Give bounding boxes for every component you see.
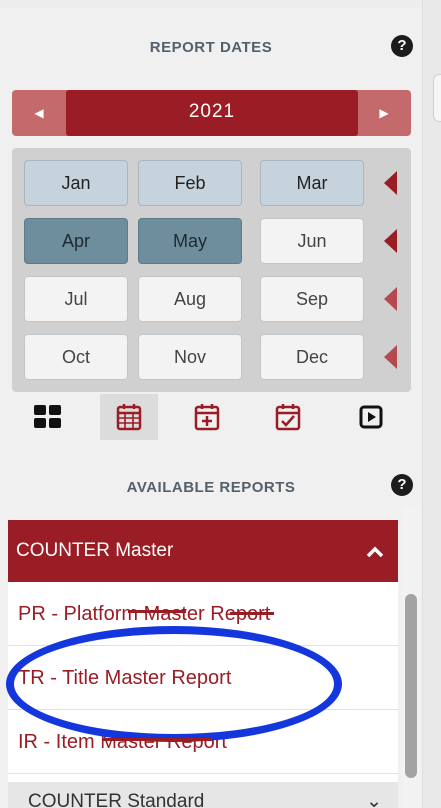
group-title: COUNTER Master <box>16 540 174 561</box>
adjacent-panel-control <box>433 74 441 122</box>
group-title: COUNTER Standard <box>28 791 205 808</box>
counter-standard-group-header[interactable]: COUNTER Standard ⌄ <box>8 782 398 808</box>
calendar-icon <box>116 404 142 431</box>
month-grid: Jan Feb Mar Apr May Jun Jul Aug Sep Oct Nov Dec <box>12 148 411 392</box>
year-selector: ◀ 2021 ▶ <box>12 90 411 136</box>
month-may-button[interactable]: May <box>138 218 242 264</box>
available-reports-header: AVAILABLE REPORTS ? <box>0 452 422 512</box>
reports-scrollbar[interactable] <box>402 506 420 808</box>
play-button[interactable] <box>342 394 400 440</box>
year-label: 2021 <box>66 90 358 136</box>
annotation-overdraw <box>102 738 212 741</box>
month-oct-button[interactable]: Oct <box>24 334 128 380</box>
report-dates-help-icon[interactable]: ? <box>391 35 413 57</box>
month-apr-button[interactable]: Apr <box>24 218 128 264</box>
annotation-overdraw <box>128 610 186 613</box>
calendar-button[interactable] <box>100 394 158 440</box>
select-row-2-arrow-icon[interactable] <box>384 229 397 253</box>
arrow-right-icon: ▶ <box>379 106 389 120</box>
scrollbar-thumb[interactable] <box>405 594 417 778</box>
month-jul-button[interactable]: Jul <box>24 276 128 322</box>
grid-view-button[interactable] <box>19 394 77 440</box>
report-item-ir[interactable]: IR - Item Master Report <box>8 710 398 774</box>
play-square-icon <box>359 405 383 429</box>
chevron-down-icon: ⌄ <box>366 791 382 808</box>
report-item-tr[interactable]: TR - Title Master Report <box>8 646 398 710</box>
month-jun-button[interactable]: Jun <box>260 218 364 264</box>
available-reports-help-icon[interactable]: ? <box>391 474 413 496</box>
select-row-1-arrow-icon[interactable] <box>384 171 397 195</box>
calendar-check-button[interactable] <box>259 394 317 440</box>
calendar-plus-icon <box>194 404 220 431</box>
available-reports-title: AVAILABLE REPORTS <box>126 479 296 496</box>
month-aug-button[interactable]: Aug <box>138 276 242 322</box>
month-sep-button[interactable]: Sep <box>260 276 364 322</box>
month-mar-button[interactable]: Mar <box>260 160 364 206</box>
calendar-plus-button[interactable] <box>178 394 236 440</box>
reports-list: COUNTER Master PR - Platform Master Repo… <box>8 520 398 808</box>
select-row-4-arrow-icon[interactable] <box>384 345 397 369</box>
arrow-left-icon: ◀ <box>34 106 44 120</box>
select-row-3-arrow-icon[interactable] <box>384 287 397 311</box>
report-item-label: TR - Title Master Report <box>18 667 232 689</box>
month-dec-button[interactable]: Dec <box>260 334 364 380</box>
report-dates-header: REPORT DATES ? <box>0 8 422 68</box>
report-item-pr[interactable]: PR - Platform Master Report <box>8 582 398 646</box>
previous-year-button[interactable]: ◀ <box>12 90 66 136</box>
report-dates-title: REPORT DATES <box>149 39 273 56</box>
adjacent-panel-edge <box>422 0 441 808</box>
calendar-check-icon <box>275 404 301 431</box>
report-item-label: IR - Item Master Report <box>18 731 227 753</box>
grid-view-icon <box>34 405 61 428</box>
chevron-up-icon[interactable] <box>366 520 384 582</box>
month-nov-button[interactable]: Nov <box>138 334 242 380</box>
month-feb-button[interactable]: Feb <box>138 160 242 206</box>
month-jan-button[interactable]: Jan <box>24 160 128 206</box>
annotation-overdraw <box>230 612 274 615</box>
counter-master-group-header[interactable]: COUNTER Master <box>8 520 398 582</box>
date-toolbar <box>0 392 422 444</box>
next-year-button[interactable]: ▶ <box>357 90 411 136</box>
